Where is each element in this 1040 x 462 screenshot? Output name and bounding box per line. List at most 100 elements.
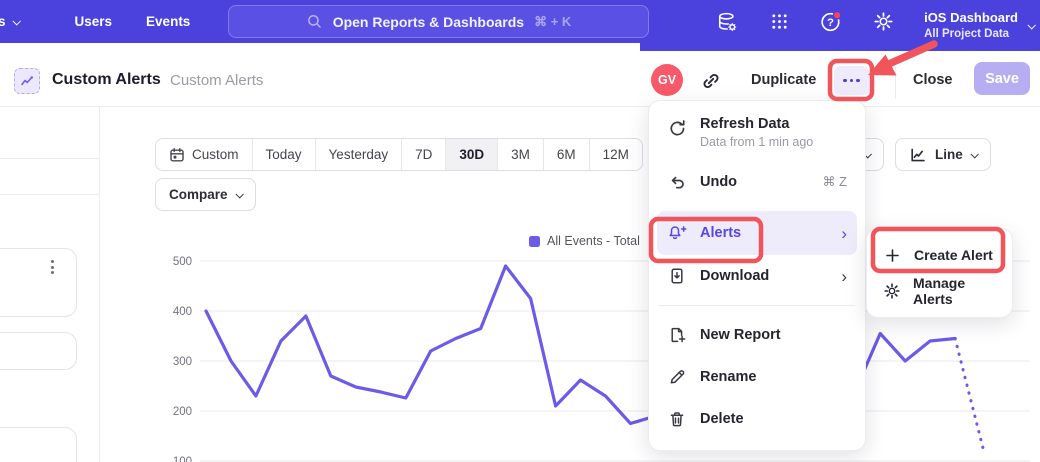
menu-item-label: Undo — [700, 174, 737, 190]
menu-shortcut: ⌘ Z — [822, 174, 847, 190]
search-input[interactable]: Open Reports & Dashboards ⌘ + K — [228, 5, 649, 38]
chevron-down-icon — [12, 17, 20, 25]
plus-icon — [883, 247, 902, 264]
more-button[interactable] — [834, 66, 869, 95]
chevron-down-icon — [970, 150, 978, 158]
header-divider — [895, 61, 896, 99]
new-report-icon — [667, 326, 687, 344]
range-6m[interactable]: 6M — [543, 139, 589, 170]
menu-item-delete[interactable]: Delete — [657, 398, 857, 440]
nav-item-cropped[interactable]: s — [0, 14, 19, 29]
chevron-right-icon: › — [841, 225, 847, 242]
sidebar-row-divider — [0, 194, 99, 195]
project-subtitle: All Project Data — [924, 27, 1018, 43]
share-link-button[interactable] — [699, 69, 723, 93]
menu-item-sublabel: Data from 1 min ago — [700, 135, 813, 149]
legend-swatch — [529, 236, 540, 247]
menu-item-undo[interactable]: Undo ⌘ Z — [657, 161, 857, 203]
trash-icon — [667, 410, 687, 428]
gear-icon — [883, 282, 901, 300]
range-custom[interactable]: Custom — [156, 139, 252, 170]
menu-item-label: New Report — [700, 327, 781, 343]
sidebar-card[interactable] — [0, 248, 77, 317]
search-placeholder: Open Reports & Dashboards — [333, 14, 524, 30]
submenu-item-label: Create Alert — [914, 247, 993, 263]
range-yesterday[interactable]: Yesterday — [315, 139, 402, 170]
chart-type-button[interactable]: Line — [895, 138, 991, 171]
menu-divider — [659, 305, 855, 306]
data-integrations-button[interactable] — [715, 10, 739, 34]
line-chart-icon — [909, 146, 927, 164]
close-button[interactable]: Close — [913, 72, 953, 88]
compare-button[interactable]: Compare — [155, 178, 256, 211]
svg-text:100: 100 — [173, 456, 192, 462]
chevron-down-icon — [235, 190, 243, 198]
refresh-icon — [667, 116, 687, 138]
chevron-right-icon: › — [841, 268, 847, 285]
avatar[interactable]: GV — [651, 64, 683, 96]
submenu-item-label: Manage Alerts — [913, 275, 996, 307]
menu-item-download[interactable]: Download › — [657, 255, 857, 297]
menu-item-rename[interactable]: Rename — [657, 356, 857, 398]
menu-item-alerts[interactable]: Alerts › — [657, 211, 857, 255]
report-header: Custom Alerts Custom Alerts GV Duplicate… — [0, 43, 1040, 107]
svg-text:300: 300 — [173, 356, 192, 368]
sidebar-card[interactable] — [0, 427, 77, 462]
duplicate-button[interactable]: Duplicate — [751, 72, 816, 88]
apps-grid-icon — [770, 12, 789, 31]
bell-plus-icon — [667, 224, 687, 242]
breadcrumb: Custom Alerts — [170, 72, 263, 89]
submenu-item-create-alert[interactable]: Create Alert — [875, 237, 1004, 273]
calendar-icon — [169, 147, 185, 163]
settings-button[interactable] — [871, 10, 895, 34]
menu-item-label: Alerts — [700, 225, 741, 241]
range-30d-selected[interactable]: 30D — [445, 139, 497, 170]
legend-label: All Events - Total — [547, 234, 640, 248]
nav-item-users[interactable]: Users — [75, 14, 113, 29]
primary-nav: s Users Events — [0, 0, 224, 43]
menu-item-refresh-data[interactable]: Refresh Data Data from 1 min ago — [657, 111, 857, 161]
project-selector[interactable]: iOS Dashboard All Project Data — [924, 4, 1034, 47]
apps-grid-button[interactable] — [767, 10, 791, 34]
help-icon: ? — [819, 10, 843, 34]
save-button[interactable]: Save — [974, 62, 1030, 95]
app-window: 500 400 300 200 100 All Events - Total Custo… — [0, 0, 1040, 462]
svg-text:200: 200 — [173, 406, 192, 418]
svg-text:?: ? — [827, 16, 834, 28]
menu-item-label: Rename — [700, 369, 756, 385]
project-title: iOS Dashboard — [924, 9, 1018, 27]
range-7d[interactable]: 7D — [401, 139, 445, 170]
download-icon — [667, 267, 687, 285]
sidebar-divider — [99, 107, 100, 462]
undo-icon — [667, 173, 687, 192]
submenu-item-manage-alerts[interactable]: Manage Alerts — [875, 273, 1004, 309]
alerts-submenu: Create Alert Manage Alerts — [866, 228, 1013, 318]
nav-icon-group: ? — [715, 0, 895, 43]
menu-item-label: Download — [700, 268, 769, 284]
range-today[interactable]: Today — [252, 139, 315, 170]
context-menu: Refresh Data Data from 1 min ago Undo ⌘ … — [648, 100, 866, 451]
kebab-menu-icon[interactable] — [51, 260, 54, 274]
date-range-control: Custom Today Yesterday 7D 30D 3M 6M 12M — [155, 138, 643, 171]
sidebar-row-divider — [0, 158, 99, 159]
nav-item-events[interactable]: Events — [146, 14, 190, 29]
settings-gear-icon — [873, 11, 894, 32]
search-icon — [306, 13, 323, 30]
link-icon — [701, 71, 721, 91]
range-12m[interactable]: 12M — [589, 139, 642, 170]
report-type-icon — [14, 68, 40, 94]
svg-text:400: 400 — [173, 306, 192, 318]
menu-item-label: Delete — [700, 411, 744, 427]
menu-item-label: Refresh Data — [700, 116, 813, 132]
menu-item-new-report[interactable]: New Report — [657, 314, 857, 356]
pencil-icon — [667, 368, 687, 386]
line-chart-icon — [19, 73, 35, 89]
svg-text:500: 500 — [173, 256, 192, 268]
range-3m[interactable]: 3M — [497, 139, 543, 170]
sidebar-card[interactable] — [0, 332, 77, 370]
help-button[interactable]: ? — [819, 10, 843, 34]
page-title: Custom Alerts — [52, 71, 161, 89]
ellipsis-icon — [843, 79, 847, 83]
search-shortcut: ⌘ + K — [534, 14, 571, 30]
data-integrations-icon — [716, 11, 738, 33]
